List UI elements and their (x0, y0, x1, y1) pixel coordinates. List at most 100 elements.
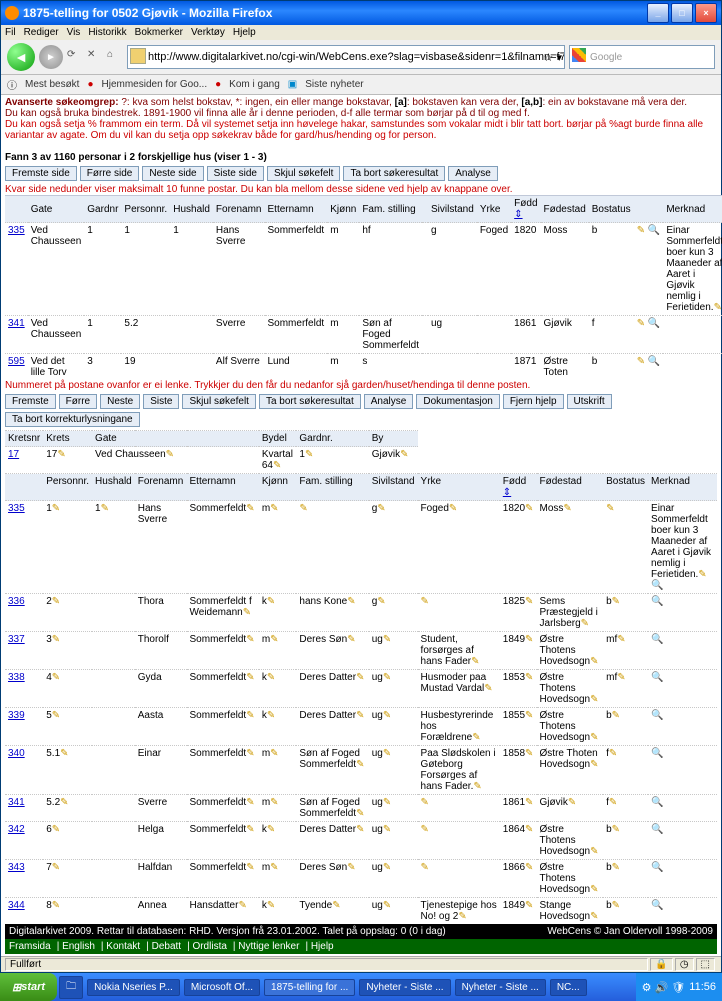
edit-icon[interactable]: ✎ (590, 884, 598, 895)
edit-icon[interactable]: ✎ (421, 797, 429, 808)
edit-icon[interactable]: ✎ (267, 710, 275, 721)
edit-icon[interactable]: ✎ (166, 449, 174, 460)
edit-icon[interactable]: ✎ (525, 596, 533, 607)
edit-icon[interactable]: ✎ (57, 449, 65, 460)
magnify-icon[interactable]: 🔍 (651, 824, 663, 835)
edit-icon[interactable]: ✎ (421, 596, 429, 607)
close-button[interactable]: × (695, 3, 717, 23)
row-id-link[interactable]: 336 (8, 596, 25, 607)
task-item[interactable]: NC... (550, 979, 587, 996)
magnify-icon[interactable]: 🔍 (648, 318, 660, 329)
edit-icon[interactable]: ✎ (698, 569, 706, 580)
btn-documentation[interactable]: Dokumentasjon (416, 394, 499, 409)
greenlink[interactable]: Framsida (9, 941, 51, 952)
edit-icon[interactable]: ✎ (473, 781, 481, 792)
btn-hide-search-2[interactable]: Skjul søkefelt (182, 394, 255, 409)
magnify-icon[interactable]: 🔍 (648, 356, 660, 367)
greenlink[interactable]: Kontakt (106, 941, 140, 952)
edit-icon[interactable]: ✎ (267, 900, 275, 911)
edit-icon[interactable]: ✎ (590, 656, 598, 667)
edit-icon[interactable]: ✎ (449, 503, 457, 514)
magnify-icon[interactable]: 🔍 (651, 580, 663, 591)
edit-icon[interactable]: ✎ (356, 808, 364, 819)
edit-icon[interactable]: ✎ (383, 748, 391, 759)
edit-icon[interactable]: ✎ (609, 748, 617, 759)
edit-icon[interactable]: ✎ (471, 656, 479, 667)
row-id-link[interactable]: 335 (8, 503, 25, 514)
task-item-active[interactable]: 1875-telling for ... (264, 979, 355, 996)
edit-icon[interactable]: ✎ (590, 846, 598, 857)
system-tray[interactable]: ⚙ 🔊 🛡 11:56 (636, 973, 722, 1001)
btn-first[interactable]: Fremste (5, 394, 56, 409)
edit-icon[interactable]: ✎ (421, 862, 429, 873)
sort-fodd2-icon[interactable]: ⇕ (503, 487, 511, 498)
btn-analyse[interactable]: Analyse (448, 166, 498, 181)
edit-icon[interactable]: ✎ (525, 503, 533, 514)
edit-icon[interactable]: ✎ (270, 503, 278, 514)
edit-icon[interactable]: ✎ (612, 824, 620, 835)
edit-icon[interactable]: ✎ (270, 797, 278, 808)
edit-icon[interactable]: ✎ (246, 824, 254, 835)
row-id-link[interactable]: 344 (8, 900, 25, 911)
magnify-icon[interactable]: 🔍 (651, 596, 663, 607)
btn-next-page[interactable]: Neste side (142, 166, 203, 181)
menu-bokmerker[interactable]: Bokmerker (135, 27, 183, 38)
edit-icon[interactable]: ✎ (246, 503, 254, 514)
edit-icon[interactable]: ✎ (637, 225, 645, 236)
edit-icon[interactable]: ✎ (383, 797, 391, 808)
edit-icon[interactable]: ✎ (270, 634, 278, 645)
btn-remove-help[interactable]: Fjern hjelp (503, 394, 564, 409)
greenlink[interactable]: Ordlista (192, 941, 226, 952)
greenlink[interactable]: Nyttige lenker (238, 941, 299, 952)
btn-last-page[interactable]: Siste side (207, 166, 264, 181)
edit-icon[interactable]: ✎ (52, 900, 60, 911)
edit-icon[interactable]: ✎ (612, 862, 620, 873)
edit-icon[interactable]: ✎ (246, 748, 254, 759)
magnify-icon[interactable]: 🔍 (651, 634, 663, 645)
edit-icon[interactable]: ✎ (347, 862, 355, 873)
btn-print[interactable]: Utskrift (567, 394, 612, 409)
magnify-icon[interactable]: 🔍 (648, 225, 660, 236)
btn-prev-page[interactable]: Førre side (80, 166, 140, 181)
magnify-icon[interactable]: 🔍 (651, 748, 663, 759)
magnify-icon[interactable]: 🔍 (651, 862, 663, 873)
edit-icon[interactable]: ✎ (52, 824, 60, 835)
edit-icon[interactable]: ✎ (609, 797, 617, 808)
edit-icon[interactable]: ✎ (347, 634, 355, 645)
edit-icon[interactable]: ✎ (299, 503, 307, 514)
edit-icon[interactable]: ✎ (273, 460, 281, 471)
edit-icon[interactable]: ✎ (590, 694, 598, 705)
btn-first-page[interactable]: Fremste side (5, 166, 77, 181)
edit-icon[interactable]: ✎ (270, 748, 278, 759)
menu-fil[interactable]: Fil (5, 27, 16, 38)
edit-icon[interactable]: ✎ (581, 618, 589, 629)
menu-vis[interactable]: Vis (67, 27, 81, 38)
bookmark-item[interactable]: Kom i gang (229, 79, 280, 90)
edit-icon[interactable]: ✎ (383, 634, 391, 645)
edit-icon[interactable]: ✎ (356, 824, 364, 835)
edit-icon[interactable]: ✎ (617, 672, 625, 683)
task-item[interactable]: Nokia Nseries P... (87, 979, 180, 996)
edit-icon[interactable]: ✎ (525, 900, 533, 911)
edit-icon[interactable]: ✎ (347, 596, 355, 607)
edit-icon[interactable]: ✎ (356, 672, 364, 683)
edit-icon[interactable]: ✎ (525, 672, 533, 683)
btn-remove-corrections[interactable]: Ta bort korrekturlysningane (5, 412, 140, 427)
menu-rediger[interactable]: Rediger (24, 27, 59, 38)
sort-fodd-icon[interactable]: ⇕ (514, 209, 522, 220)
greenlink[interactable]: Debatt (152, 941, 181, 952)
task-item[interactable]: Nyheter - Siste ... (359, 979, 450, 996)
edit-icon[interactable]: ✎ (568, 797, 576, 808)
edit-icon[interactable]: ✎ (525, 748, 533, 759)
menu-verktoy[interactable]: Verktøy (191, 27, 225, 38)
btn-last[interactable]: Siste (143, 394, 179, 409)
bookmark-item[interactable]: Siste nyheter (305, 79, 363, 90)
edit-icon[interactable]: ✎ (356, 759, 364, 770)
edit-icon[interactable]: ✎ (60, 797, 68, 808)
url-bar[interactable]: http://www.digitalarkivet.no/cgi-win/Web… (127, 45, 565, 69)
edit-icon[interactable]: ✎ (377, 596, 385, 607)
row-id-link[interactable]: 339 (8, 710, 25, 721)
edit-icon[interactable]: ✎ (612, 596, 620, 607)
task-item[interactable]: Nyheter - Siste ... (455, 979, 546, 996)
minimize-button[interactable]: _ (647, 3, 669, 23)
